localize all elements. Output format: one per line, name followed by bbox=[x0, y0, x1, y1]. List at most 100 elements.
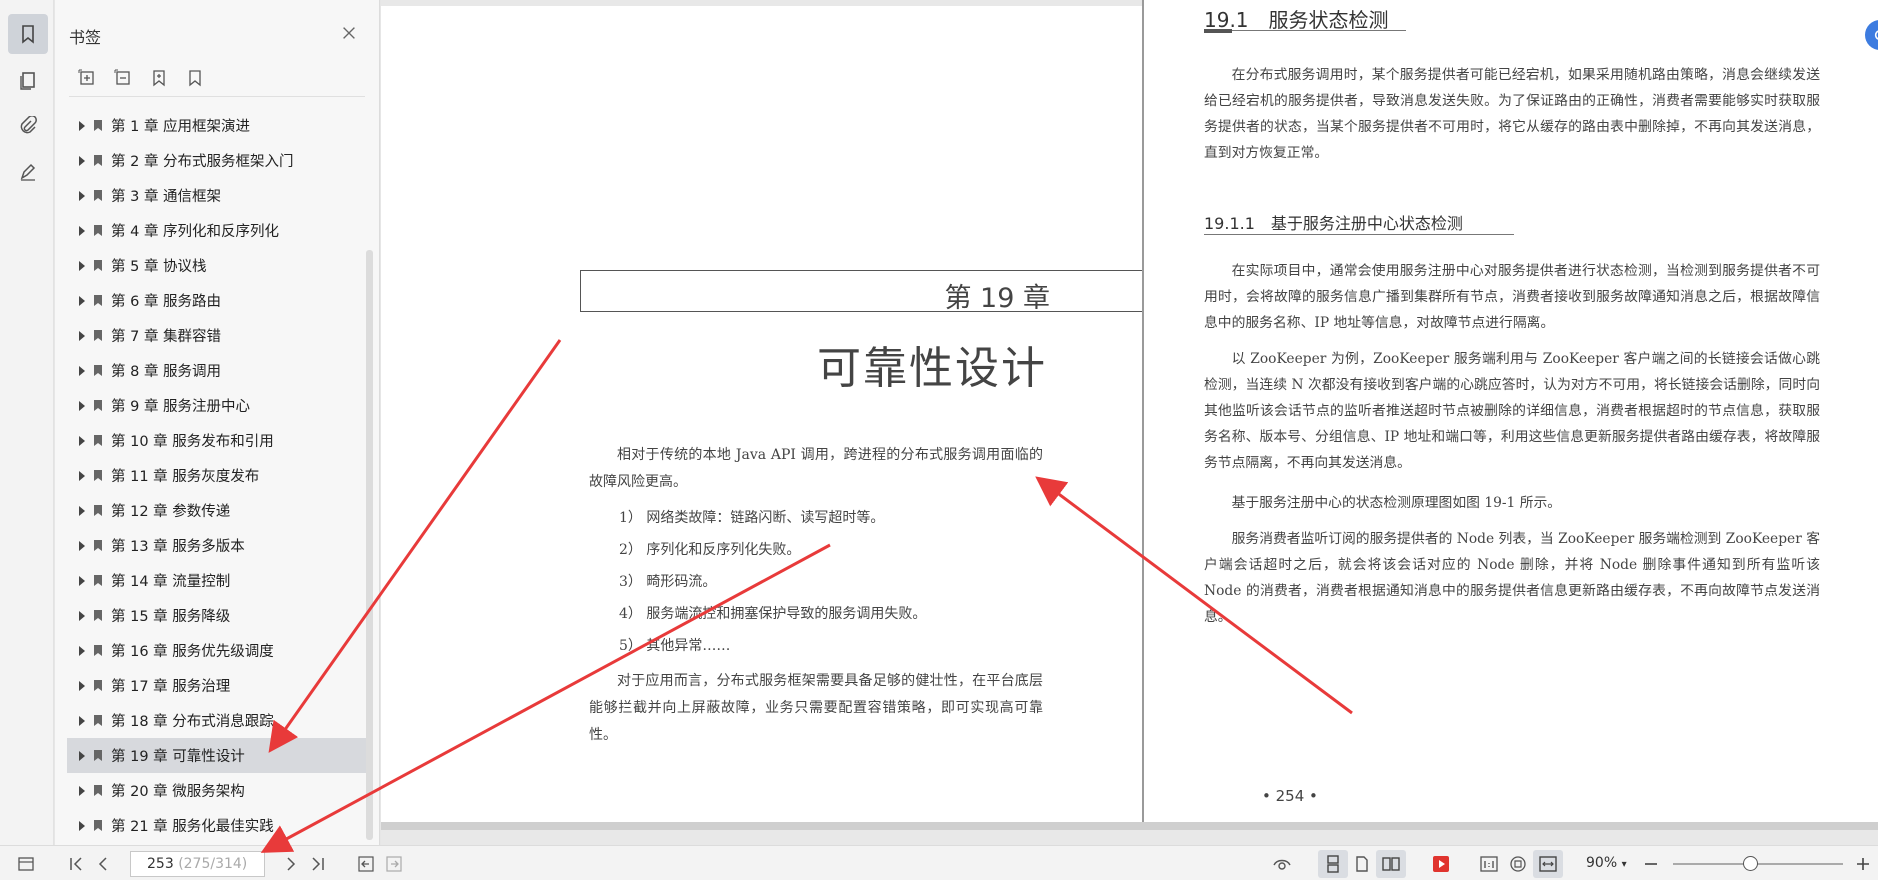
attachment-panel-button[interactable] bbox=[8, 106, 48, 146]
total-pages: (275/314) bbox=[178, 856, 248, 872]
bookmark-item[interactable]: 第 9 章 服务注册中心 bbox=[67, 388, 367, 423]
bookmark-item[interactable]: 第 12 章 参数传递 bbox=[67, 493, 367, 528]
bookmark-item[interactable]: 第 11 章 服务灰度发布 bbox=[67, 458, 367, 493]
bookmark-panel-button[interactable] bbox=[8, 14, 48, 54]
add-bookmark-button[interactable] bbox=[147, 66, 171, 90]
bookmark-item[interactable]: 第 7 章 集群容错 bbox=[67, 318, 367, 353]
expand-arrow-icon[interactable] bbox=[79, 260, 85, 271]
expand-arrow-icon[interactable] bbox=[79, 435, 85, 446]
back-icon bbox=[358, 856, 374, 872]
expand-arrow-icon[interactable] bbox=[79, 715, 85, 726]
expand-arrow-icon[interactable] bbox=[79, 330, 85, 341]
status-bar: 253 (275/314) 90% ▾ bbox=[0, 845, 1878, 880]
expand-arrow-icon[interactable] bbox=[79, 820, 85, 831]
page-left: 第 19 章 可靠性设计 相对于传统的本地 Java API 调用，跨进程的分布… bbox=[381, 6, 1143, 822]
expand-arrow-icon[interactable] bbox=[79, 680, 85, 691]
expand-arrow-icon[interactable] bbox=[79, 785, 85, 796]
expand-all-icon bbox=[78, 69, 94, 85]
expand-arrow-icon[interactable] bbox=[79, 155, 85, 166]
zoom-in-button[interactable] bbox=[1853, 854, 1873, 874]
expand-all-button[interactable] bbox=[75, 66, 99, 90]
bookmark-item[interactable]: 第 10 章 服务发布和引用 bbox=[67, 423, 367, 458]
bookmark-options-button[interactable] bbox=[183, 66, 207, 90]
bookmark-item[interactable]: 第 5 章 协议栈 bbox=[67, 248, 367, 283]
body-paragraph: 服务消费者监听订阅的服务提供者的 Node 列表，当 ZooKeeper 服务端… bbox=[1204, 531, 1820, 625]
bookmark-item[interactable]: 第 3 章 通信框架 bbox=[67, 178, 367, 213]
bookmark-icon bbox=[94, 470, 102, 481]
expand-arrow-icon[interactable] bbox=[79, 190, 85, 201]
bookmark-item[interactable]: 第 15 章 服务降级 bbox=[67, 598, 367, 633]
single-page-button[interactable] bbox=[1352, 854, 1372, 874]
expand-arrow-icon[interactable] bbox=[79, 645, 85, 656]
forward-button[interactable] bbox=[384, 854, 404, 874]
sidebar-rail bbox=[0, 0, 54, 845]
panel-divider bbox=[69, 96, 365, 97]
expand-arrow-icon[interactable] bbox=[79, 750, 85, 761]
signature-panel-button[interactable] bbox=[8, 152, 48, 192]
pages-icon bbox=[20, 72, 35, 90]
toggle-sidebar-button[interactable] bbox=[16, 854, 36, 874]
bookmark-item[interactable]: 第 19 章 可靠性设计 bbox=[67, 738, 367, 773]
section-paragraph: 在分布式服务调用时，某个服务提供者可能已经宕机，如果采用随机路由策略，消息会继续… bbox=[1204, 67, 1820, 161]
expand-arrow-icon[interactable] bbox=[79, 295, 85, 306]
zoom-slider-thumb[interactable] bbox=[1742, 856, 1758, 871]
continuous-view-button[interactable] bbox=[1323, 854, 1343, 874]
intro-paragraph: 相对于传统的本地 Java API 调用，跨进程的分布式服务调用面临的故障风险更… bbox=[589, 447, 1043, 490]
page-number-input[interactable]: 253 (275/314) bbox=[130, 851, 265, 877]
bookmark-item[interactable]: 第 18 章 分布式消息跟踪 bbox=[67, 703, 367, 738]
bookmark-label: 第 4 章 序列化和反序列化 bbox=[111, 224, 280, 240]
list-item: 2） 序列化和反序列化失败。 bbox=[619, 542, 801, 558]
fit-width-button[interactable] bbox=[1538, 854, 1558, 874]
bookmark-item[interactable]: 第 8 章 服务调用 bbox=[67, 353, 367, 388]
bookmark-scrollbar[interactable] bbox=[366, 250, 373, 840]
forward-icon bbox=[386, 856, 402, 872]
zoom-out-button[interactable] bbox=[1641, 854, 1661, 874]
chapter-intro: 相对于传统的本地 Java API 调用，跨进程的分布式服务调用面临的故障风险更… bbox=[589, 442, 1043, 749]
bookmark-label: 第 5 章 协议栈 bbox=[111, 259, 207, 275]
expand-arrow-icon[interactable] bbox=[79, 400, 85, 411]
zoom-level-dropdown[interactable]: 90% ▾ bbox=[1586, 855, 1627, 871]
expand-arrow-icon[interactable] bbox=[79, 120, 85, 131]
bookmark-item[interactable]: 第 14 章 流量控制 bbox=[67, 563, 367, 598]
bookmark-item[interactable]: 第 2 章 分布式服务框架入门 bbox=[67, 143, 367, 178]
bookmark-label: 第 3 章 通信框架 bbox=[111, 189, 222, 205]
bookmark-icon bbox=[94, 645, 102, 656]
bookmark-item[interactable]: 第 4 章 序列化和反序列化 bbox=[67, 213, 367, 248]
back-button[interactable] bbox=[356, 854, 376, 874]
expand-arrow-icon[interactable] bbox=[79, 470, 85, 481]
expand-arrow-icon[interactable] bbox=[79, 365, 85, 376]
expand-arrow-icon[interactable] bbox=[79, 225, 85, 236]
bookmark-item[interactable]: 第 6 章 服务路由 bbox=[67, 283, 367, 318]
bookmark-icon bbox=[94, 575, 102, 586]
two-page-button[interactable] bbox=[1381, 854, 1401, 874]
expand-arrow-icon[interactable] bbox=[79, 505, 85, 516]
play-slideshow-button[interactable] bbox=[1431, 854, 1451, 874]
bookmark-item[interactable]: 第 20 章 微服务架构 bbox=[67, 773, 367, 808]
thumbnail-panel-button[interactable] bbox=[8, 60, 48, 100]
first-page-button[interactable] bbox=[66, 854, 86, 874]
collapse-all-button[interactable] bbox=[111, 66, 135, 90]
last-page-button[interactable] bbox=[308, 854, 328, 874]
actual-size-button[interactable] bbox=[1479, 854, 1499, 874]
bookmark-icon bbox=[94, 155, 102, 166]
bookmark-item[interactable]: 第 21 章 服务化最佳实践 bbox=[67, 808, 367, 843]
fit-page-button[interactable] bbox=[1508, 854, 1528, 874]
expand-arrow-icon[interactable] bbox=[79, 575, 85, 586]
bookmark-item[interactable]: 第 16 章 服务优先级调度 bbox=[67, 633, 367, 668]
document-viewport[interactable]: 第 19 章 可靠性设计 相对于传统的本地 Java API 调用，跨进程的分布… bbox=[381, 0, 1878, 845]
previous-page-button[interactable] bbox=[94, 854, 114, 874]
expand-arrow-icon[interactable] bbox=[79, 610, 85, 621]
bookmark-icon bbox=[94, 295, 102, 306]
next-page-button[interactable] bbox=[280, 854, 300, 874]
eye-protection-button[interactable] bbox=[1272, 854, 1292, 874]
bookmark-outline-icon bbox=[189, 70, 201, 87]
play-icon bbox=[1433, 856, 1449, 872]
bookmark-item[interactable]: 第 17 章 服务治理 bbox=[67, 668, 367, 703]
expand-arrow-icon[interactable] bbox=[79, 540, 85, 551]
chevron-down-icon: ▾ bbox=[1621, 859, 1627, 870]
bookmark-item[interactable]: 第 1 章 应用框架演进 bbox=[67, 108, 367, 143]
close-panel-button[interactable] bbox=[340, 24, 360, 44]
bookmark-item[interactable]: 第 13 章 服务多版本 bbox=[67, 528, 367, 563]
zoom-slider-track[interactable] bbox=[1673, 863, 1843, 865]
page-gap bbox=[381, 822, 1878, 830]
